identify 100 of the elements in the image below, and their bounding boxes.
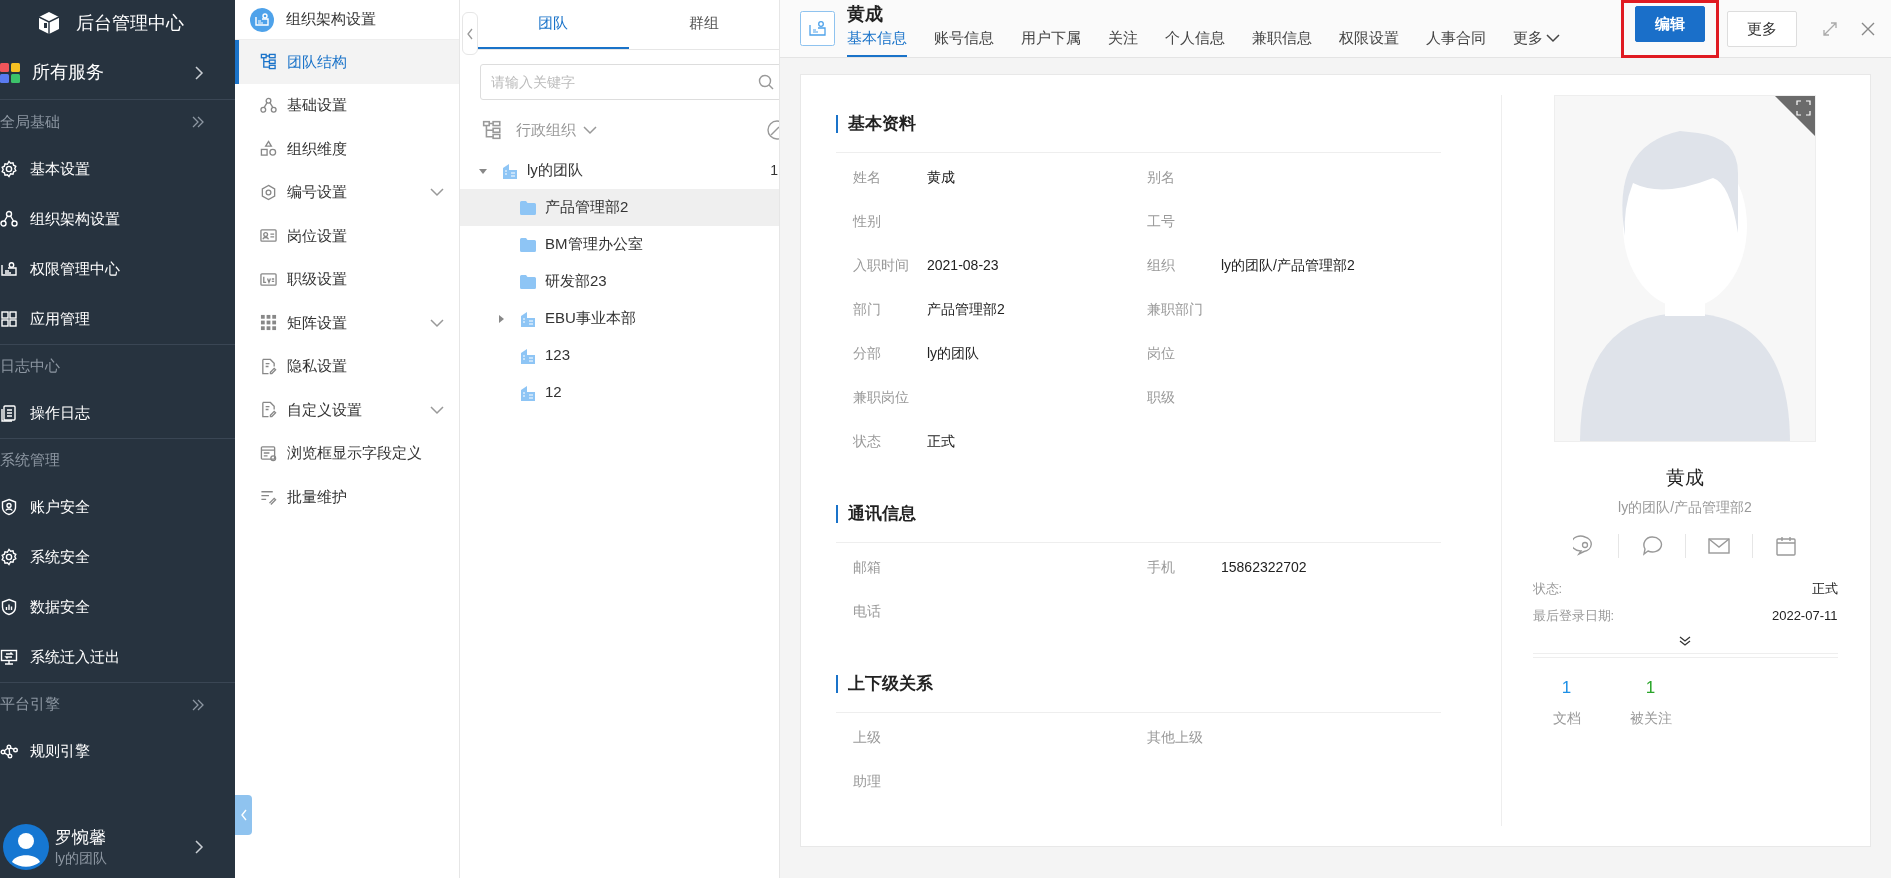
org-chart-icon	[260, 96, 277, 114]
building-icon	[502, 162, 518, 179]
user-profile-item[interactable]: 罗惋馨 ly的团队	[0, 816, 235, 878]
sidebar-item[interactable]: 操作日志	[0, 388, 235, 438]
user-card-icon	[800, 11, 835, 46]
field-label: 状态	[853, 431, 882, 451]
field-label: 分部	[853, 343, 882, 363]
building-icon	[520, 347, 536, 364]
all-services-item[interactable]: 所有服务	[0, 46, 235, 100]
panel-collapse-button[interactable]	[462, 12, 478, 55]
expand-icon[interactable]	[1823, 22, 1837, 36]
collapse-handle[interactable]	[235, 795, 252, 835]
tab[interactable]: 用户下属	[1021, 26, 1081, 57]
menu-item[interactable]: 隐私设置	[235, 344, 459, 388]
double-chevron-icon[interactable]	[191, 115, 205, 129]
double-chevron-down-icon[interactable]	[1679, 635, 1691, 647]
tab[interactable]: 人事合同	[1426, 26, 1486, 57]
menu-title: 组织架构设置	[286, 9, 376, 30]
tab[interactable]: 基本信息	[847, 26, 907, 57]
sidebar-item[interactable]: 基本设置	[0, 144, 235, 194]
level-card-icon	[260, 270, 277, 288]
sidebar-item[interactable]: 系统安全	[0, 532, 235, 582]
field-label: 姓名	[853, 167, 882, 187]
profile-org: ly的团队/产品管理部2	[1618, 497, 1752, 517]
document-icon	[0, 404, 18, 422]
tab[interactable]: 团队	[478, 0, 629, 49]
id-card-icon	[0, 260, 18, 278]
search-field[interactable]: 请输入关键字	[480, 64, 779, 100]
user-team: ly的团队	[55, 849, 109, 867]
tab[interactable]: 关注	[1108, 26, 1138, 57]
hexagon-icon	[260, 183, 277, 201]
list-edit-icon	[260, 488, 277, 506]
node-count: 1	[770, 161, 778, 180]
section-header: 平台引擎	[0, 694, 61, 715]
section-header: 日志中心	[0, 356, 61, 377]
colored-squares-icon	[0, 62, 20, 83]
tab[interactable]: 更多	[1513, 26, 1561, 57]
stat-label: 文档	[1552, 708, 1581, 728]
field-value: 正式	[927, 431, 955, 451]
app-title: 后台管理中心	[76, 11, 184, 35]
building-icon	[520, 310, 536, 327]
tab[interactable]: 权限设置	[1339, 26, 1399, 57]
building-icon	[520, 384, 536, 401]
tab[interactable]: 账号信息	[934, 26, 994, 57]
tab[interactable]: 兼职信息	[1252, 26, 1312, 57]
field-value: 产品管理部2	[927, 299, 1005, 319]
gear-icon	[0, 548, 18, 566]
shield-user-icon	[0, 498, 18, 516]
menu-item[interactable]: 团队结构	[235, 40, 459, 84]
menu-item[interactable]: 编号设置	[235, 170, 459, 214]
sidebar-item[interactable]: 权限管理中心	[0, 244, 235, 294]
menu-item[interactable]: 基础设置	[235, 83, 459, 127]
menu-item[interactable]: 自定义设置	[235, 388, 459, 432]
tree-row[interactable]: 产品管理部2	[460, 189, 779, 226]
field-label: 兼职岗位	[853, 387, 910, 407]
browser-window-icon	[260, 444, 277, 462]
contact-card-icon	[260, 227, 277, 245]
field-value: 2021-08-23	[927, 255, 999, 275]
menu-item[interactable]: 组织维度	[235, 127, 459, 171]
file-edit-icon	[260, 357, 277, 375]
field-label: 电话	[853, 601, 882, 621]
field-label: 工号	[1147, 211, 1176, 231]
sidebar-item[interactable]: 规则引擎	[0, 726, 235, 776]
tab[interactable]: 群组	[628, 0, 779, 49]
caret-right-icon[interactable]	[496, 313, 506, 324]
section-header: 系统管理	[0, 450, 61, 471]
field-label: 上级	[853, 727, 882, 747]
field-value: ly的团队	[927, 343, 980, 363]
file-edit-icon	[260, 401, 277, 419]
field-label: 职级	[1147, 387, 1176, 407]
sidebar-item[interactable]: 应用管理	[0, 294, 235, 344]
user-avatar-icon	[3, 824, 49, 870]
menu-item[interactable]: 岗位设置	[235, 214, 459, 258]
search-icon[interactable]	[758, 74, 774, 90]
nodes-icon	[0, 742, 18, 760]
section-title: 通讯信息	[848, 502, 916, 525]
sidebar-item[interactable]: 系统迁入迁出	[0, 632, 235, 682]
field-label: 助理	[853, 771, 882, 791]
menu-item[interactable]: 职级设置	[235, 257, 459, 301]
user-name: 罗惋馨	[55, 827, 107, 849]
field-label: 兼职部门	[1147, 299, 1204, 319]
field-label: 部门	[853, 299, 882, 319]
monitor-icon	[0, 648, 18, 666]
menu-item[interactable]: 批量维护	[235, 475, 459, 519]
sidebar-item[interactable]: 数据安全	[0, 582, 235, 632]
scan-corner-icon[interactable]	[1775, 96, 1815, 136]
action-button[interactable]: 更多	[1727, 11, 1797, 47]
menu-item[interactable]: 矩阵设置	[235, 301, 459, 345]
field-label: 别名	[1147, 167, 1176, 187]
shapes-icon	[260, 140, 277, 158]
menu-item[interactable]: 浏览框显示字段定义	[235, 431, 459, 475]
action-button[interactable]: 编辑	[1635, 6, 1705, 42]
tab[interactable]: 个人信息	[1165, 26, 1225, 57]
sidebar-item[interactable]: 组织架构设置	[0, 194, 235, 244]
person-name: 黄成	[847, 3, 884, 25]
close-icon[interactable]	[1861, 22, 1875, 36]
field-label: 性别	[853, 211, 882, 231]
double-chevron-icon[interactable]	[191, 697, 205, 712]
sidebar-item[interactable]: 账户安全	[0, 482, 235, 532]
field-value: ly的团队/产品管理部2	[1221, 255, 1355, 275]
